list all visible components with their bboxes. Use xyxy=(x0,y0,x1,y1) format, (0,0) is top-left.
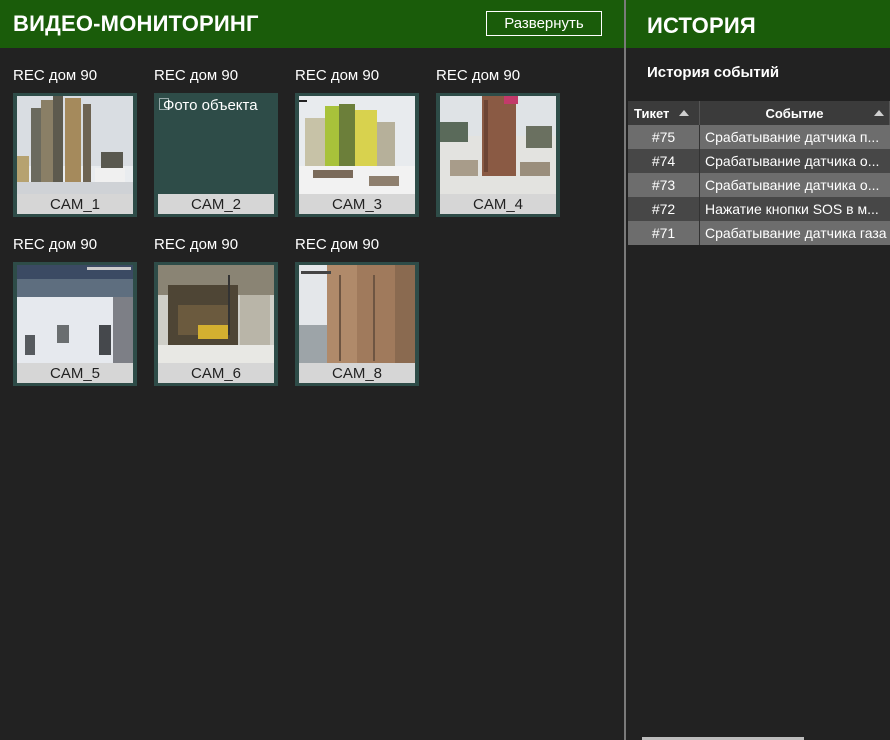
camera-label: REC дом 90 xyxy=(154,236,239,253)
camera-name: CAM_5 xyxy=(17,363,133,383)
history-title: ИСТОРИЯ xyxy=(647,13,756,38)
camera-label: REC дом 90 xyxy=(13,67,98,84)
ticket-cell: #71 xyxy=(628,221,700,245)
column-header-ticket[interactable]: Тикет xyxy=(628,101,700,125)
camera-tile-cam-5[interactable]: REC дом 90 CAM_5 xyxy=(13,235,154,386)
column-header-label: Событие xyxy=(765,105,824,121)
table-row[interactable]: #75 Срабатывание датчика п... xyxy=(628,125,890,149)
camera-label: REC дом 90 xyxy=(154,67,239,84)
camera-feed-image xyxy=(17,96,133,194)
event-cell: Срабатывание датчика о... xyxy=(699,149,890,173)
camera-name: CAM_6 xyxy=(158,363,274,383)
camera-row: REC дом 90 CAM_5 REC дом 90 CAM_6 REC до… xyxy=(13,235,577,386)
ticket-cell: #73 xyxy=(628,173,700,197)
camera-label: REC дом 90 xyxy=(13,236,98,253)
camera-feed-image xyxy=(158,265,274,363)
camera-name: CAM_3 xyxy=(299,194,415,214)
app-window: ВИДЕО-МОНИТОРИНГ Развернуть REC дом 90 C… xyxy=(0,0,890,740)
event-cell: Срабатывание датчика газа xyxy=(699,221,890,245)
events-table: Тикет Событие #75 Срабатывание датчика п… xyxy=(628,101,890,245)
camera-frame[interactable]: Фото объекта CAM_2 xyxy=(154,93,278,217)
broken-image-placeholder: Фото объекта xyxy=(158,96,274,194)
table-row[interactable]: #74 Срабатывание датчика о... xyxy=(628,149,890,173)
camera-tile-cam-8[interactable]: REC дом 90 CAM_8 xyxy=(295,235,436,386)
sort-ascending-icon[interactable] xyxy=(874,110,884,116)
camera-frame[interactable]: CAM_1 xyxy=(13,93,137,217)
camera-tile-cam-1[interactable]: REC дом 90 CAM_1 xyxy=(13,66,154,217)
camera-label: REC дом 90 xyxy=(436,67,521,84)
camera-row: REC дом 90 CAM_1 REC дом 90 Фото объекта… xyxy=(13,66,577,217)
table-row[interactable]: #72 Нажатие кнопки SOS в м... xyxy=(628,197,890,221)
table-header-row: Тикет Событие xyxy=(628,101,890,125)
ticket-cell: #72 xyxy=(628,197,700,221)
ticket-cell: #75 xyxy=(628,125,700,149)
sort-ascending-icon[interactable] xyxy=(679,110,690,116)
video-title: ВИДЕО-МОНИТОРИНГ xyxy=(13,11,259,36)
event-cell: Срабатывание датчика о... xyxy=(699,173,890,197)
camera-feed-image xyxy=(17,265,133,363)
video-header: ВИДЕО-МОНИТОРИНГ Развернуть xyxy=(0,0,624,48)
camera-tile-cam-4[interactable]: REC дом 90 CAM_4 xyxy=(436,66,577,217)
history-header: ИСТОРИЯ xyxy=(626,0,890,48)
video-monitoring-panel: ВИДЕО-МОНИТОРИНГ Развернуть REC дом 90 C… xyxy=(0,0,624,740)
column-header-event[interactable]: Событие xyxy=(699,101,890,125)
camera-tile-cam-2[interactable]: REC дом 90 Фото объекта CAM_2 xyxy=(154,66,295,217)
camera-feed-image xyxy=(299,265,415,363)
camera-feed-image xyxy=(440,96,556,194)
camera-grid: REC дом 90 CAM_1 REC дом 90 Фото объекта… xyxy=(13,66,577,404)
history-panel: ИСТОРИЯ История событий Тикет Событие #7… xyxy=(626,0,890,740)
camera-name: CAM_8 xyxy=(299,363,415,383)
camera-tile-cam-3[interactable]: REC дом 90 CAM_3 xyxy=(295,66,436,217)
camera-frame[interactable]: CAM_5 xyxy=(13,262,137,386)
camera-name: CAM_1 xyxy=(17,194,133,214)
broken-image-alt-text: Фото объекта xyxy=(163,97,258,114)
table-row[interactable]: #73 Срабатывание датчика о... xyxy=(628,173,890,197)
ticket-cell: #74 xyxy=(628,149,700,173)
event-cell: Нажатие кнопки SOS в м... xyxy=(699,197,890,221)
expand-button[interactable]: Развернуть xyxy=(486,11,602,36)
table-row[interactable]: #71 Срабатывание датчика газа xyxy=(628,221,890,245)
camera-frame[interactable]: CAM_4 xyxy=(436,93,560,217)
camera-label: REC дом 90 xyxy=(295,67,380,84)
camera-tile-cam-6[interactable]: REC дом 90 CAM_6 xyxy=(154,235,295,386)
camera-name: CAM_2 xyxy=(158,194,274,214)
camera-frame[interactable]: CAM_8 xyxy=(295,262,419,386)
camera-frame[interactable]: CAM_3 xyxy=(295,93,419,217)
history-subtitle: История событий xyxy=(647,64,780,81)
camera-frame[interactable]: CAM_6 xyxy=(154,262,278,386)
camera-feed-image xyxy=(299,96,415,194)
event-cell: Срабатывание датчика п... xyxy=(699,125,890,149)
camera-label: REC дом 90 xyxy=(295,236,380,253)
column-header-label: Тикет xyxy=(634,105,670,121)
camera-name: CAM_4 xyxy=(440,194,556,214)
